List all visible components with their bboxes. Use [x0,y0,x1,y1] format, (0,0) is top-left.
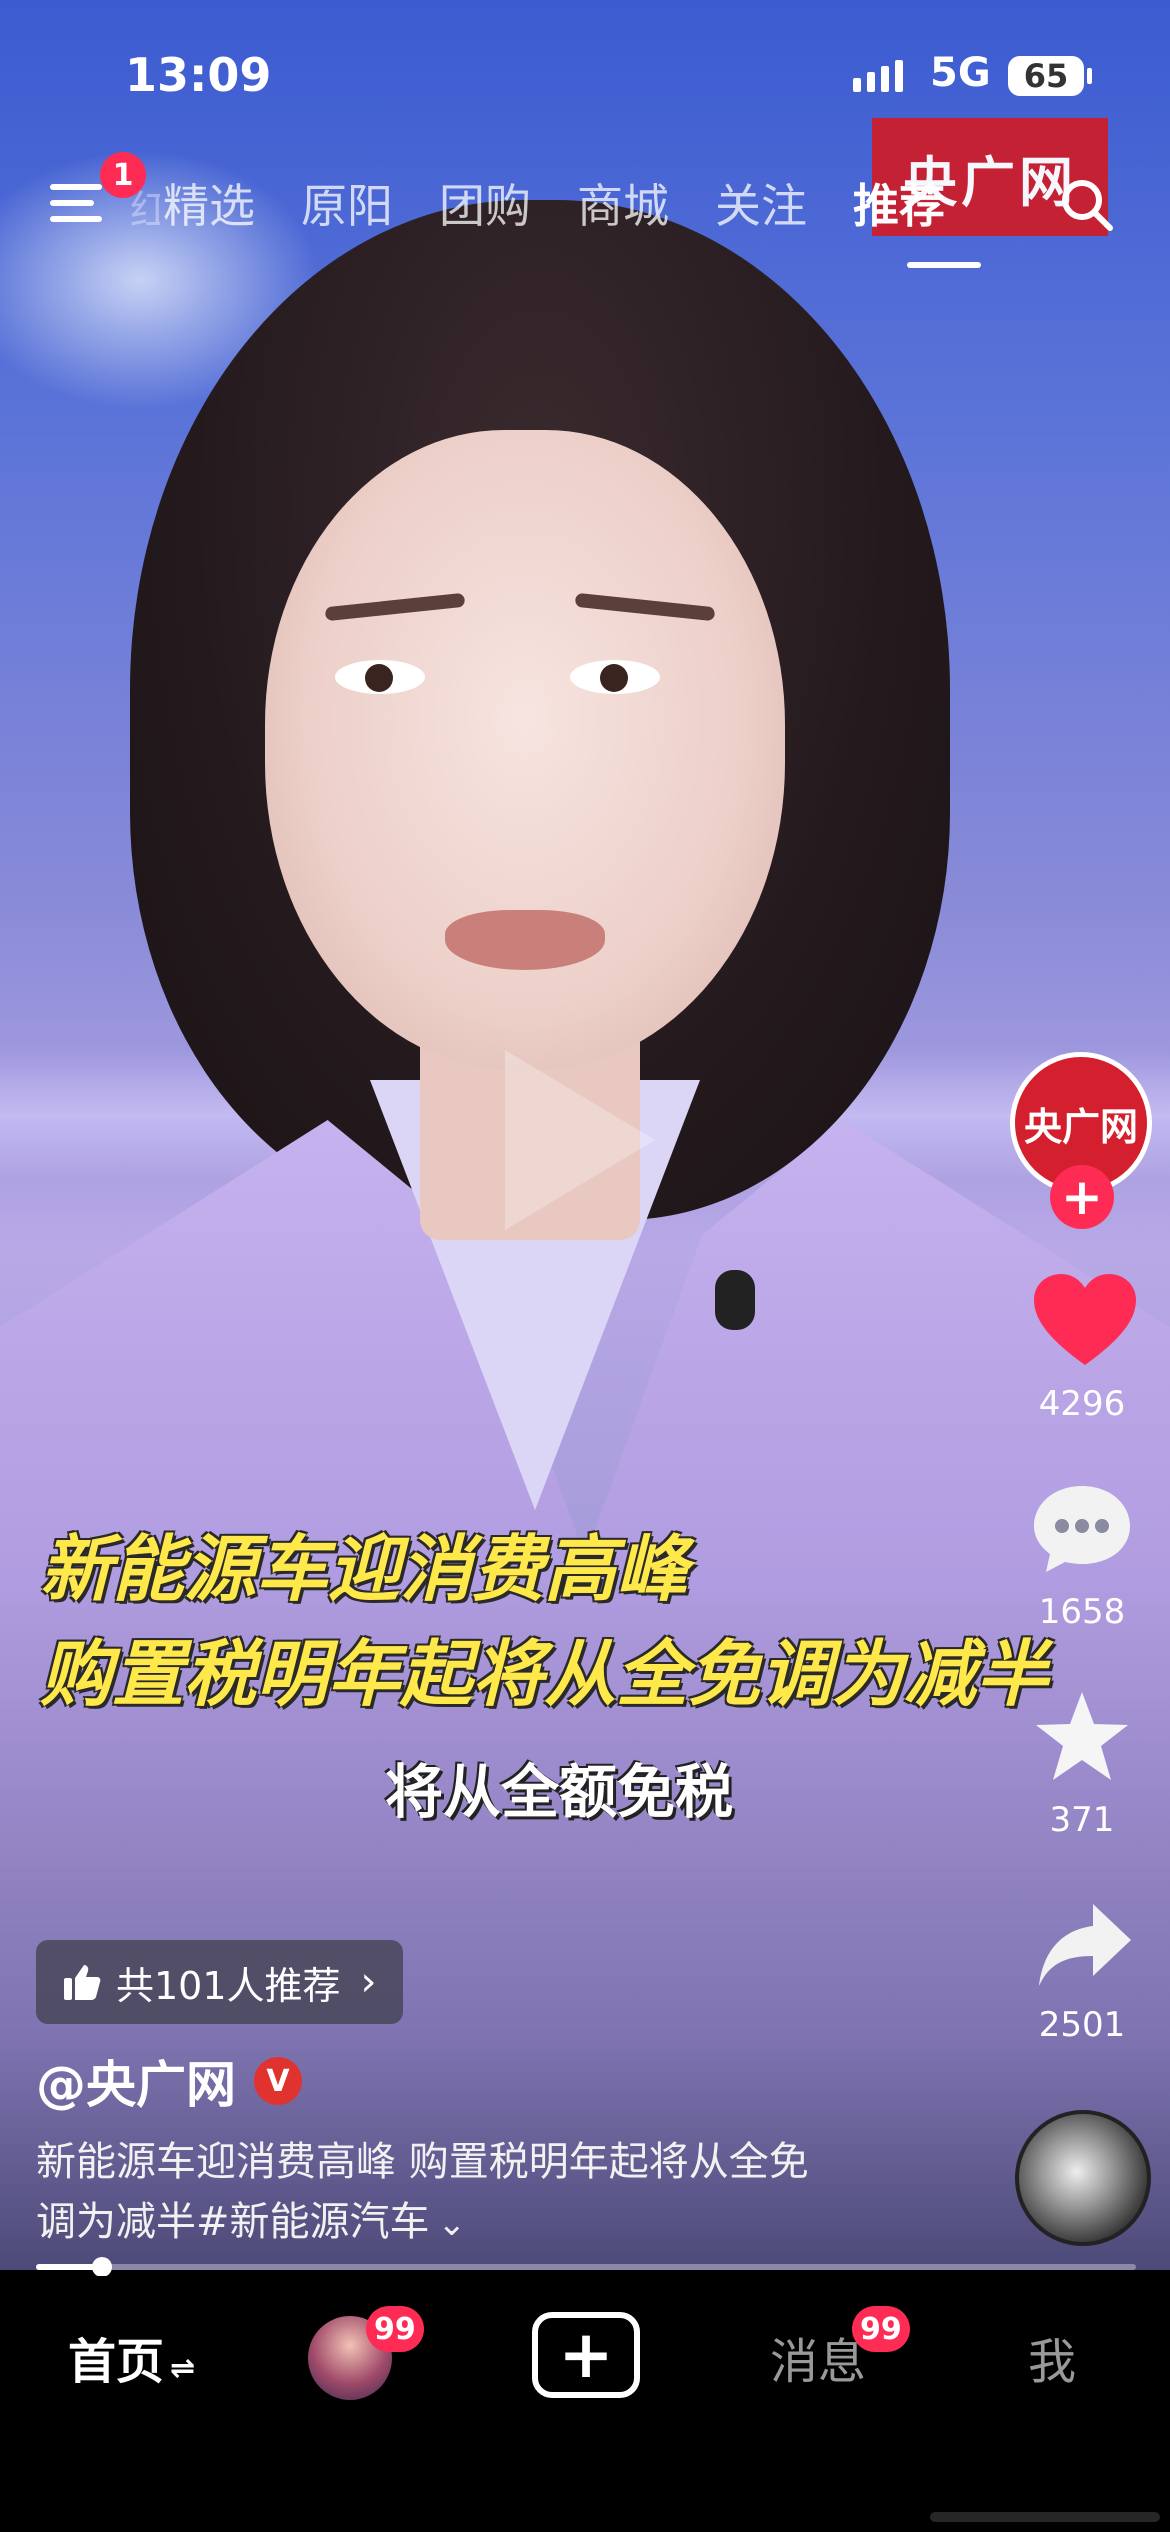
network-type: 5G [930,50,991,96]
tab-me[interactable]: 我 [1028,2322,1076,2392]
description-line2: 调为减半#新能源汽车 [36,2199,430,2245]
progress-handle[interactable] [92,2257,112,2277]
share-icon[interactable] [1035,1900,1135,1990]
tab-shangcheng[interactable]: 商城 [554,170,692,236]
friends-badge: 99 [366,2306,424,2352]
tab-guanzhu[interactable]: 关注 [692,170,830,236]
comment-count: 1658 [1038,1592,1126,1632]
tab-jingxuan[interactable]: 精选 [140,170,278,236]
verified-icon: V [254,2057,302,2105]
refresh-swap-icon: ⇌ [170,2351,196,2386]
signal-icon [853,60,903,92]
author-name[interactable]: @央广网 [36,2045,236,2117]
share-count: 2501 [1038,2005,1126,2045]
presenter-lips [445,910,605,970]
follow-button[interactable]: + [1050,1165,1114,1229]
favorite-count: 371 [1049,1800,1115,1840]
video-player[interactable] [0,0,1170,2270]
presenter-eye-left [335,660,425,694]
recommend-chip-label: 共101人推荐 [116,1963,341,2008]
comment-icon[interactable] [1030,1480,1134,1576]
presenter-face [265,430,785,1070]
lapel-mic [715,1270,755,1330]
battery-level: 65 [1023,57,1069,95]
tab-yuanyang[interactable]: 原阳 [278,170,416,236]
heart-icon[interactable] [1030,1270,1140,1370]
headline-line1: 新能源车迎消费高峰 [40,1527,689,1611]
chevron-right-icon: › [360,1959,377,2005]
music-disc-icon[interactable] [1015,2110,1151,2246]
active-tab-indicator [907,262,981,268]
create-button[interactable]: + [532,2312,640,2398]
description-line1: 新能源车迎消费高峰 购置税明年起将从全免 [36,2139,809,2185]
search-icon[interactable] [1060,178,1114,232]
watermark-strip [930,2512,1160,2522]
star-icon[interactable] [1032,1688,1132,1784]
video-description[interactable]: 新能源车迎消费高峰 购置税明年起将从全免 调为减半#新能源汽车 ⌄ [36,2132,936,2254]
video-progress-bar[interactable] [36,2257,1136,2277]
tab-home[interactable]: 首页 ⇌ [68,2322,195,2392]
battery-icon: 65 [1008,56,1092,96]
top-tabs: 精选 原阳 团购 商城 关注 推荐 [140,170,968,236]
messages-badge: 99 [852,2306,910,2352]
presenter-eye-right [570,660,660,694]
like-count: 4296 [1038,1384,1126,1424]
status-time: 13:09 [125,48,272,102]
recommend-chip[interactable]: 共101人推荐 › [36,1940,403,2024]
tab-tuijian[interactable]: 推荐 [830,170,968,236]
expand-chevron-icon[interactable]: ⌄ [438,2204,467,2244]
play-icon[interactable] [505,1050,655,1230]
video-subtitle: 将从全额免税 [385,1758,734,1826]
bottom-tab-bar: 首页 ⇌ 99 + 消息 99 我 [0,2276,1170,2532]
headline-line2: 购置税明年起将从全免调为减半 [40,1632,1049,1716]
tab-tuangou[interactable]: 团购 [416,170,554,236]
author-name-row[interactable]: @央广网 V [36,2045,302,2117]
menu-icon[interactable] [50,180,108,228]
thumbs-up-icon [64,1965,101,2000]
tab-home-label: 首页 [68,2334,165,2390]
